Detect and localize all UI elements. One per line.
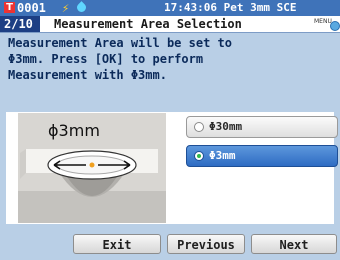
option-3mm[interactable]: Φ3mm [186, 145, 338, 167]
option-3mm-label: Φ3mm [209, 149, 236, 162]
measurement-area-illustration: ϕ3mm [18, 113, 166, 223]
target-icon: T [4, 2, 15, 13]
exit-button[interactable]: Exit [73, 234, 161, 254]
status-bar: T 0001 ⚡ 17:43:06 Pet 3mm SCE [0, 0, 340, 16]
option-30mm-label: Φ30mm [209, 120, 243, 133]
sample-number: 0001 [17, 1, 46, 15]
title-bar: 2/10 Measurement Area Selection MENU [0, 16, 340, 33]
lightning-icon: ⚡ [62, 1, 70, 15]
menu-icon[interactable] [330, 21, 340, 31]
radio-selected-icon[interactable] [194, 151, 204, 161]
previous-button[interactable]: Previous [167, 234, 245, 254]
page-title: Measurement Area Selection [54, 17, 242, 31]
option-30mm[interactable]: Φ30mm [186, 116, 338, 138]
aperture-diagram [18, 149, 166, 223]
instruction-message: Measurement Area will be set to Φ3mm. Pr… [8, 36, 232, 82]
page-indicator: 2/10 [0, 16, 40, 32]
water-drop-icon [75, 1, 88, 14]
status-clock: 17:43:06 Pet 3mm SCE [164, 1, 297, 14]
next-button[interactable]: Next [251, 234, 337, 254]
radio-unselected-icon[interactable] [194, 122, 204, 132]
